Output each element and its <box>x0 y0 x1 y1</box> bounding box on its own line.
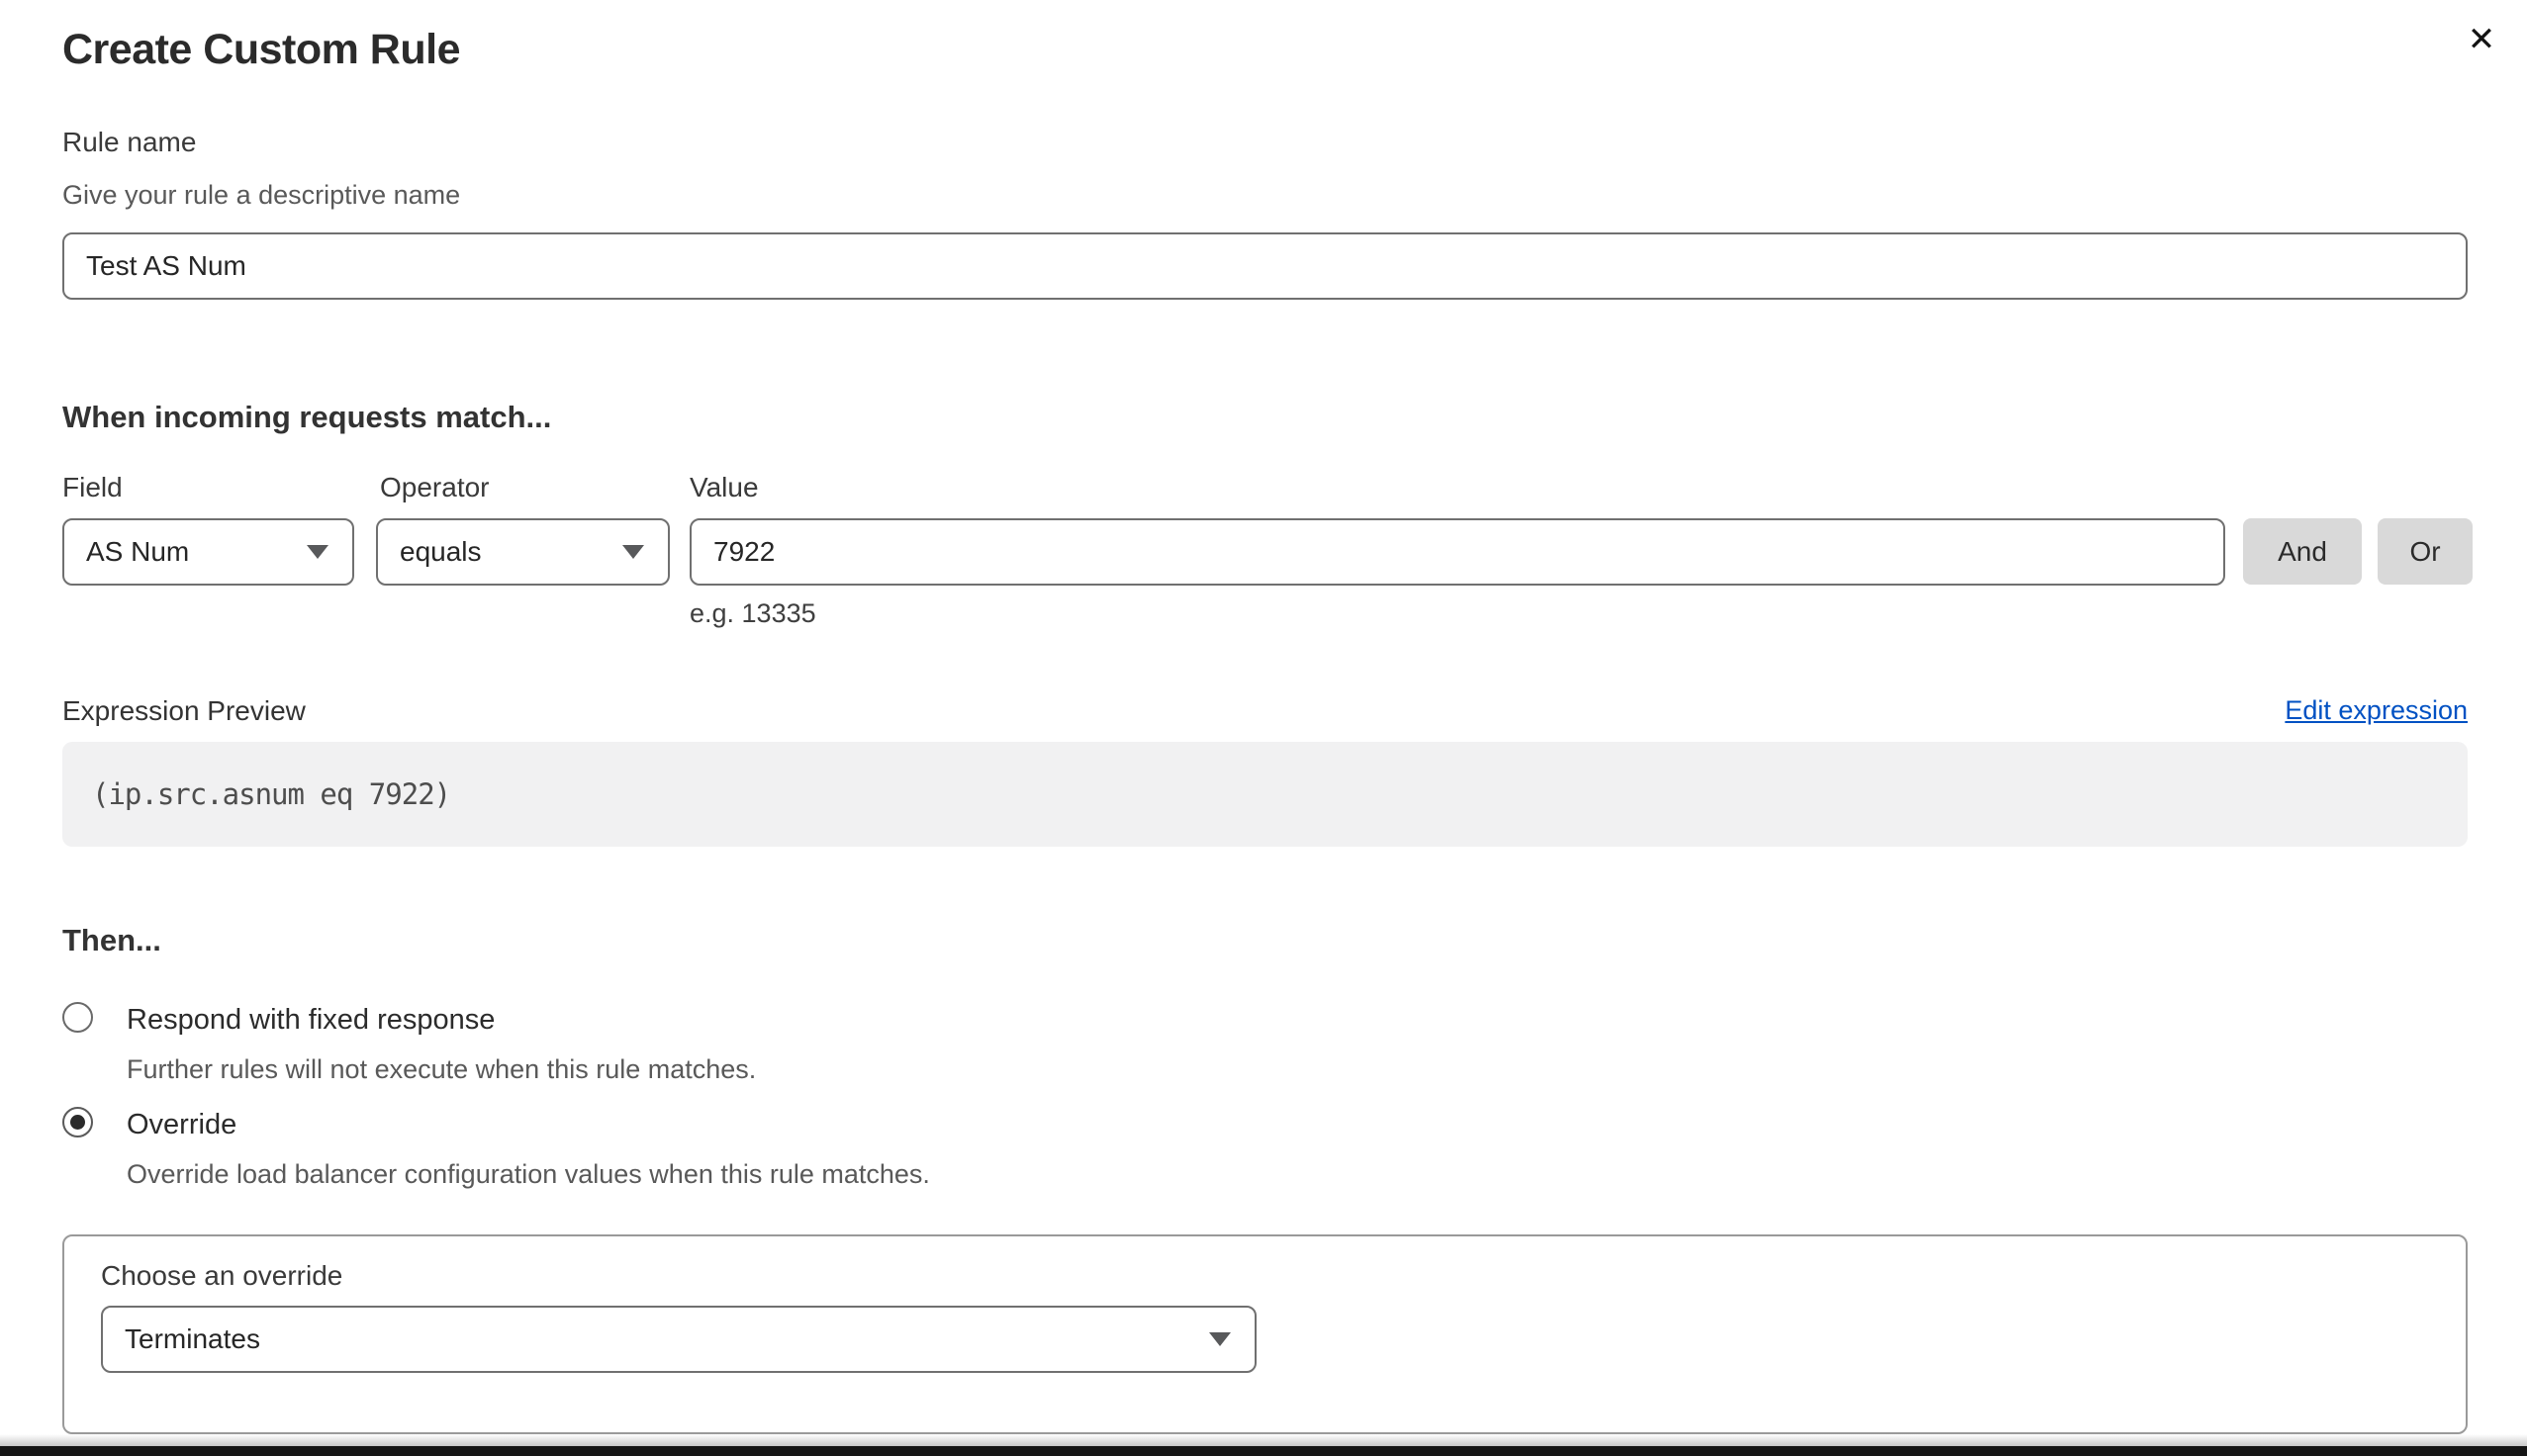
radio-override-description: Override load balancer configuration val… <box>127 1159 930 1190</box>
page-title: Create Custom Rule <box>62 26 460 74</box>
chevron-down-icon <box>622 545 644 559</box>
window-bottom-shadow <box>0 1434 2527 1446</box>
value-hint: e.g. 13335 <box>690 598 816 629</box>
edit-expression-link[interactable]: Edit expression <box>2285 695 2468 726</box>
chevron-down-icon <box>1209 1332 1231 1346</box>
or-button[interactable]: Or <box>2378 518 2473 585</box>
expression-preview-label: Expression Preview <box>62 695 306 727</box>
then-heading: Then... <box>62 923 161 958</box>
field-select-value: AS Num <box>86 536 189 568</box>
radio-fixed-response-description: Further rules will not execute when this… <box>127 1054 756 1085</box>
radio-fixed-response-label[interactable]: Respond with fixed response <box>127 1004 495 1037</box>
value-input[interactable] <box>690 518 2225 586</box>
expression-preview-box: (ip.src.asnum eq 7922) <box>62 742 2468 847</box>
radio-selected-dot <box>70 1115 85 1130</box>
and-button[interactable]: And <box>2243 518 2362 585</box>
radio-override[interactable] <box>62 1107 93 1138</box>
override-select-value: Terminates <box>125 1323 260 1355</box>
value-label: Value <box>690 472 759 503</box>
rule-name-label: Rule name <box>62 127 196 158</box>
window-bottom-edge <box>0 1446 2527 1456</box>
override-panel: Choose an override Terminates <box>62 1234 2468 1434</box>
override-label: Choose an override <box>101 1260 342 1292</box>
operator-select-value: equals <box>400 536 482 568</box>
field-select[interactable]: AS Num <box>62 518 354 586</box>
rule-name-description: Give your rule a descriptive name <box>62 180 460 211</box>
rule-name-input[interactable] <box>62 232 2468 300</box>
expression-code: (ip.src.asnum eq 7922) <box>92 777 450 811</box>
radio-fixed-response[interactable] <box>62 1002 93 1033</box>
close-icon[interactable]: ✕ <box>2460 18 2503 61</box>
match-heading: When incoming requests match... <box>62 400 551 435</box>
operator-label: Operator <box>380 472 490 503</box>
operator-select[interactable]: equals <box>376 518 670 586</box>
field-label: Field <box>62 472 123 503</box>
override-select[interactable]: Terminates <box>101 1306 1257 1373</box>
radio-override-label[interactable]: Override <box>127 1109 236 1141</box>
chevron-down-icon <box>307 545 328 559</box>
